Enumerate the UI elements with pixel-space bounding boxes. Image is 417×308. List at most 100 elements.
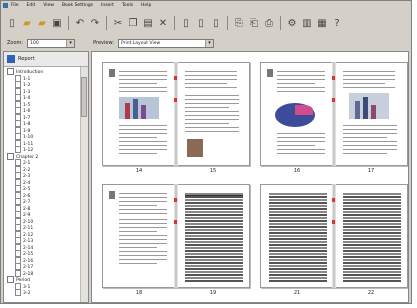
text-line	[277, 79, 325, 80]
table-line	[269, 208, 327, 210]
bookmark-marker	[174, 76, 177, 80]
menu-view[interactable]: View	[43, 2, 54, 10]
page-number: 22	[367, 290, 375, 296]
toolbar-separator	[227, 16, 228, 30]
text-line	[119, 223, 167, 224]
chart-bar	[133, 99, 138, 119]
app-window: File Edit View Book Settings Insert Tool…	[0, 0, 412, 304]
scrollbar-thumb[interactable]	[81, 77, 87, 117]
table-line	[269, 214, 327, 216]
text-line	[119, 87, 167, 88]
right-page-thumbnail[interactable]	[176, 62, 250, 166]
left-page-thumbnail[interactable]	[260, 62, 334, 166]
tree-page-item[interactable]: 3-2	[15, 289, 30, 297]
menu-tools[interactable]: Tools	[122, 2, 133, 10]
text-line	[119, 219, 167, 220]
left-page-thumbnail[interactable]	[102, 62, 176, 166]
text-line	[119, 259, 167, 260]
table-line	[185, 208, 243, 210]
menu-book-settings[interactable]: Book Settings	[62, 2, 93, 10]
zoom-select[interactable]: 100 ▾	[27, 38, 76, 48]
chart-bar	[363, 97, 368, 119]
table-line	[269, 199, 327, 201]
expand-icon[interactable]	[7, 68, 14, 75]
book-icon	[7, 55, 15, 63]
paste-icon[interactable]: ▤	[141, 15, 155, 31]
text-line	[119, 141, 167, 142]
menu-help[interactable]: Help	[141, 2, 151, 10]
table-line	[343, 208, 401, 210]
bookmark-marker	[332, 76, 335, 80]
table-line	[185, 262, 243, 264]
text-line	[343, 153, 387, 154]
page-icon-2[interactable]: ▯	[194, 15, 208, 31]
help-icon[interactable]: ?	[330, 15, 344, 31]
expand-icon[interactable]	[7, 276, 14, 283]
table-line	[343, 220, 401, 222]
table-line	[269, 202, 327, 204]
page-spread[interactable]: 18 19	[102, 184, 250, 296]
right-page-thumbnail[interactable]	[334, 184, 408, 288]
table-line	[185, 220, 243, 222]
preview-select[interactable]: Print Layout View ▾	[117, 38, 214, 48]
left-page-thumbnail[interactable]	[102, 184, 176, 288]
print-icon[interactable]: ▦	[315, 15, 329, 31]
copy-icon[interactable]: ❐	[126, 15, 140, 31]
chevron-down-icon[interactable]: ▾	[66, 39, 75, 47]
save-icon[interactable]: ▣	[50, 15, 64, 31]
outline-header: Report	[4, 52, 88, 67]
page-number: 19	[209, 290, 217, 296]
table-line	[185, 244, 243, 246]
move-page-icon[interactable]: ⎙	[262, 15, 276, 31]
table-line	[343, 226, 401, 228]
right-page-thumbnail[interactable]	[176, 184, 250, 288]
page-icon-3[interactable]: ▯	[209, 15, 223, 31]
bookmark-marker	[174, 198, 177, 202]
settings-icon[interactable]: ⚙	[285, 15, 299, 31]
undo-icon[interactable]: ↶	[73, 15, 87, 31]
text-line	[343, 133, 397, 134]
table-line	[269, 235, 327, 237]
new-icon[interactable]: ▯	[5, 15, 19, 31]
outline-scrollbar[interactable]	[80, 67, 88, 302]
left-page-thumbnail[interactable]	[260, 184, 334, 288]
book-icon[interactable]: ▥	[300, 15, 314, 31]
delete-icon[interactable]: ✕	[156, 15, 170, 31]
table-line	[343, 241, 401, 243]
page-spread[interactable]: 16 17	[260, 62, 408, 174]
right-page-thumbnail[interactable]	[334, 62, 408, 166]
cut-icon[interactable]: ✂	[111, 15, 125, 31]
text-line	[343, 125, 397, 126]
menu-file[interactable]: File	[11, 2, 19, 10]
text-line	[119, 153, 157, 154]
add-page-icon[interactable]: ⎘	[232, 15, 246, 31]
text-line	[185, 99, 239, 100]
table-line	[343, 217, 401, 219]
page-logo	[109, 191, 115, 199]
table-line	[343, 232, 401, 234]
table-line	[185, 274, 243, 276]
text-line	[119, 235, 167, 236]
menu-edit[interactable]: Edit	[27, 2, 36, 10]
text-line	[277, 153, 325, 154]
text-line	[119, 145, 167, 146]
page-spread[interactable]: 21 22	[260, 184, 408, 296]
page-icon[interactable]: ▯	[179, 15, 193, 31]
chart-bar	[125, 103, 130, 119]
table-line	[269, 193, 327, 195]
open-icon[interactable]: ▰	[20, 15, 34, 31]
redo-icon[interactable]: ↷	[88, 15, 102, 31]
text-line	[119, 205, 157, 206]
expand-icon[interactable]	[7, 152, 14, 160]
table-line	[269, 232, 327, 234]
menu-insert[interactable]: Insert	[101, 2, 114, 10]
table-line	[343, 214, 401, 216]
chevron-down-icon[interactable]: ▾	[204, 39, 213, 47]
open-folder-icon[interactable]: ▰	[35, 15, 49, 31]
text-line	[119, 243, 167, 244]
table-line	[343, 205, 401, 207]
table-line	[269, 244, 327, 246]
page-spread[interactable]: 14 15	[102, 62, 250, 174]
outline-tree: Introduction 1-1 1-2 1-3 1-4 1-5 1-6 1-7 1-8 1-9 1…	[4, 68, 82, 302]
remove-page-icon[interactable]: ⎗	[247, 15, 261, 31]
